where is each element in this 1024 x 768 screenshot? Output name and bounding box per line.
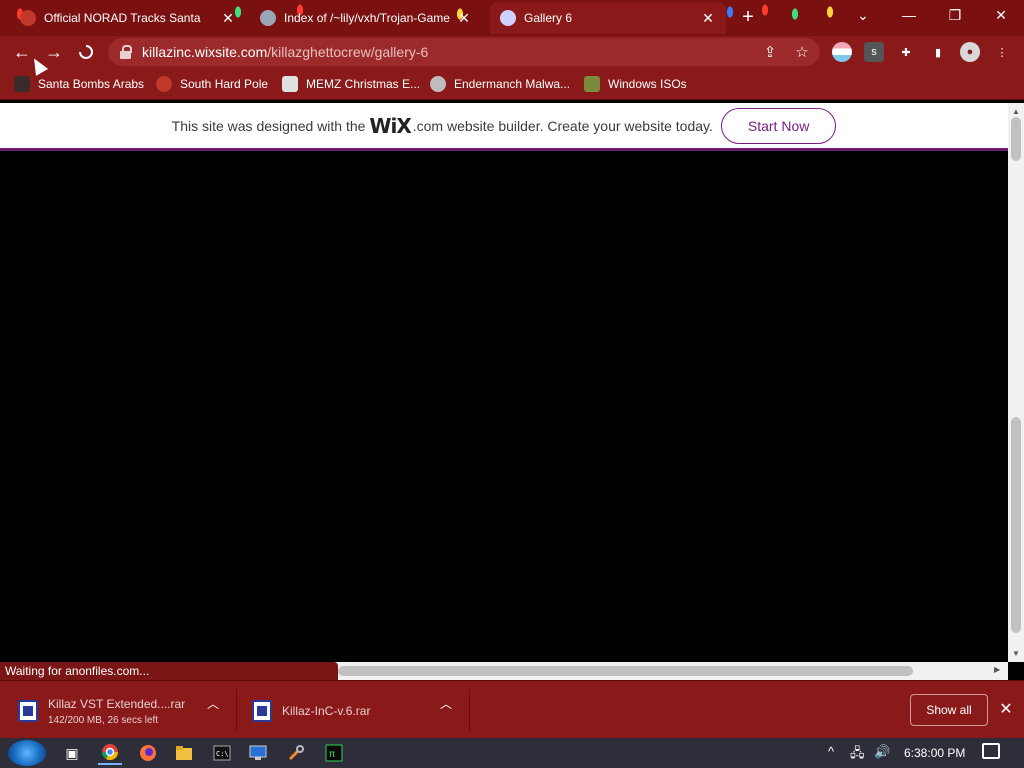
- bookmark-label: South Hard Pole: [180, 77, 269, 91]
- windows-iso-icon: [584, 76, 600, 92]
- bookmark-south-hard-pole[interactable]: South Hard Pole: [156, 74, 268, 94]
- bookmark-label: MEMZ Christmas E...: [306, 77, 421, 91]
- menu-kebab-icon[interactable]: ⋮: [992, 42, 1012, 62]
- window-close-icon[interactable]: ✕: [978, 0, 1024, 30]
- chevron-up-icon[interactable]: ^: [828, 744, 834, 759]
- close-icon[interactable]: ✕: [456, 10, 472, 26]
- divider: [469, 689, 470, 731]
- globe-icon: [260, 10, 276, 26]
- tab-search-chevron-icon[interactable]: ⌄: [840, 0, 886, 30]
- taskbar: ▣ C:\ π ^ 🖧 🔊 6:38:00 PM: [0, 738, 1024, 768]
- bookmark-endermanch-malware[interactable]: Endermanch Malwa...: [430, 74, 570, 94]
- tab-gallery-6[interactable]: Gallery 6 ✕: [490, 2, 726, 34]
- wix-text-after: .com website builder. Create your websit…: [412, 117, 713, 134]
- scroll-down-icon[interactable]: ▼: [1012, 649, 1020, 658]
- star-bookmark-icon[interactable]: ☆: [792, 42, 812, 62]
- share-icon[interactable]: ⇪: [760, 42, 780, 62]
- horizontal-scrollbar[interactable]: Waiting for anonfiles.com... ▶: [0, 662, 1008, 680]
- chrome-icon[interactable]: [98, 741, 122, 765]
- bookmark-label: Santa Bombs Arabs: [38, 77, 145, 91]
- volume-icon[interactable]: 🔊: [874, 744, 890, 760]
- bookmarks-bar: Santa Bombs Arabs South Hard Pole MEMZ C…: [0, 68, 1024, 100]
- chevron-up-icon[interactable]: ︿: [438, 695, 454, 711]
- download-filename: Killaz-InC-v.6.rar: [282, 704, 371, 718]
- vertical-scrollbar[interactable]: ▲ ▼: [1008, 103, 1024, 662]
- new-tab-plus-icon[interactable]: +: [738, 7, 758, 28]
- red-gear-icon: [156, 76, 172, 92]
- extension-flag-icon[interactable]: [832, 42, 852, 62]
- tab-norad[interactable]: Official NORAD Tracks Santa ✕: [10, 2, 246, 34]
- wix-favicon-icon: [500, 10, 516, 26]
- bookmark-memz-christmas[interactable]: MEMZ Christmas E...: [282, 74, 420, 94]
- minimize-icon[interactable]: —: [886, 0, 932, 30]
- scroll-right-icon[interactable]: ▶: [994, 665, 1000, 674]
- close-shelf-icon[interactable]: ✕: [998, 699, 1014, 719]
- download-filename: Killaz VST Extended....rar: [48, 696, 186, 711]
- task-view-icon[interactable]: ▣: [60, 741, 84, 765]
- show-all-button[interactable]: Show all: [910, 694, 988, 726]
- side-panel-icon[interactable]: ▮: [928, 42, 948, 62]
- command-prompt-icon[interactable]: C:\: [210, 741, 234, 765]
- network-icon[interactable]: 🖧: [850, 744, 865, 766]
- file-explorer-icon[interactable]: [172, 741, 196, 765]
- scrollbar-thumb[interactable]: [1011, 117, 1021, 161]
- restore-icon[interactable]: ❐: [932, 0, 978, 30]
- screen: Official NORAD Tracks Santa ✕ Index of /…: [0, 0, 1024, 768]
- wix-text-before: This site was designed with the: [171, 117, 366, 134]
- remote-desktop-icon[interactable]: [246, 741, 270, 765]
- tab-title: Gallery 6: [524, 11, 573, 25]
- tab-strip: Official NORAD Tracks Santa ✕ Index of /…: [0, 0, 1024, 36]
- close-icon[interactable]: ✕: [700, 10, 716, 26]
- rar-file-icon: [18, 700, 38, 722]
- download-item-killaz-vst[interactable]: Killaz VST Extended....rar 142/200 MB, 2…: [18, 689, 198, 733]
- tab-title: Official NORAD Tracks Santa: [44, 11, 201, 25]
- bookmark-santa-bombs-arabs[interactable]: Santa Bombs Arabs: [14, 74, 144, 94]
- downloads-shelf: Killaz VST Extended....rar 142/200 MB, 2…: [0, 680, 1024, 738]
- puzzle-extensions-icon[interactable]: ✚: [896, 42, 916, 62]
- enderman-icon: [430, 76, 446, 92]
- notification-icon[interactable]: [982, 743, 1000, 759]
- url-path: /killazghettocrew/gallery-6: [267, 44, 429, 60]
- browser-toolbar: ← → killazinc.wixsite.com/killazghettocr…: [0, 36, 1024, 68]
- wix-banner: This site was designed with the WiX .com…: [0, 103, 1008, 151]
- svg-text:C:\: C:\: [216, 750, 229, 758]
- wix-banner-text: This site was designed with the WiX .com…: [172, 114, 713, 138]
- bookmark-windows-isos[interactable]: Windows ISOs: [584, 74, 687, 94]
- wix-logo: WiX: [369, 113, 411, 138]
- rar-file-icon: [252, 700, 272, 722]
- bookmark-label: Windows ISOs: [608, 77, 687, 91]
- terminal-app-icon[interactable]: π: [322, 741, 346, 765]
- chevron-up-icon[interactable]: ︿: [205, 695, 221, 711]
- extension-s-icon[interactable]: s: [864, 42, 884, 62]
- tab-title: Index of /~lily/vxh/Trojan-Game: [284, 11, 450, 25]
- forward-arrow-icon[interactable]: →: [42, 40, 66, 64]
- profile-avatar-icon[interactable]: ●: [960, 42, 980, 62]
- svg-text:π: π: [329, 749, 335, 760]
- windows-start-icon[interactable]: [8, 740, 46, 766]
- bookmark-label: Endermanch Malwa...: [454, 77, 571, 91]
- divider: [236, 689, 237, 731]
- horizontal-scrollbar-thumb[interactable]: [338, 666, 913, 676]
- clock[interactable]: 6:38:00 PM: [904, 746, 965, 760]
- close-icon[interactable]: ✕: [220, 10, 236, 26]
- scroll-up-icon[interactable]: ▲: [1012, 107, 1020, 116]
- stop-loading-icon[interactable]: [74, 40, 98, 64]
- start-now-button[interactable]: Start Now: [720, 107, 837, 144]
- norad-favicon-icon: [20, 10, 36, 26]
- address-bar[interactable]: killazinc.wixsite.com/killazghettocrew/g…: [108, 38, 820, 66]
- tools-icon[interactable]: [284, 741, 308, 765]
- status-bubble: Waiting for anonfiles.com...: [0, 662, 338, 680]
- page-icon: [282, 76, 298, 92]
- page-content: This site was designed with the WiX .com…: [0, 103, 1008, 662]
- firefox-icon[interactable]: [136, 741, 160, 765]
- url-host: killazinc.wixsite.com: [142, 44, 268, 60]
- tab-index[interactable]: Index of /~lily/vxh/Trojan-Game ✕: [250, 2, 482, 34]
- download-progress-text: 142/200 MB, 26 secs left: [48, 714, 159, 726]
- santa-icon: [14, 76, 30, 92]
- lock-icon[interactable]: [120, 45, 132, 59]
- download-item-killaz-inc[interactable]: Killaz-InC-v.6.rar: [252, 689, 422, 733]
- scrollbar-thumb-lower[interactable]: [1011, 417, 1021, 633]
